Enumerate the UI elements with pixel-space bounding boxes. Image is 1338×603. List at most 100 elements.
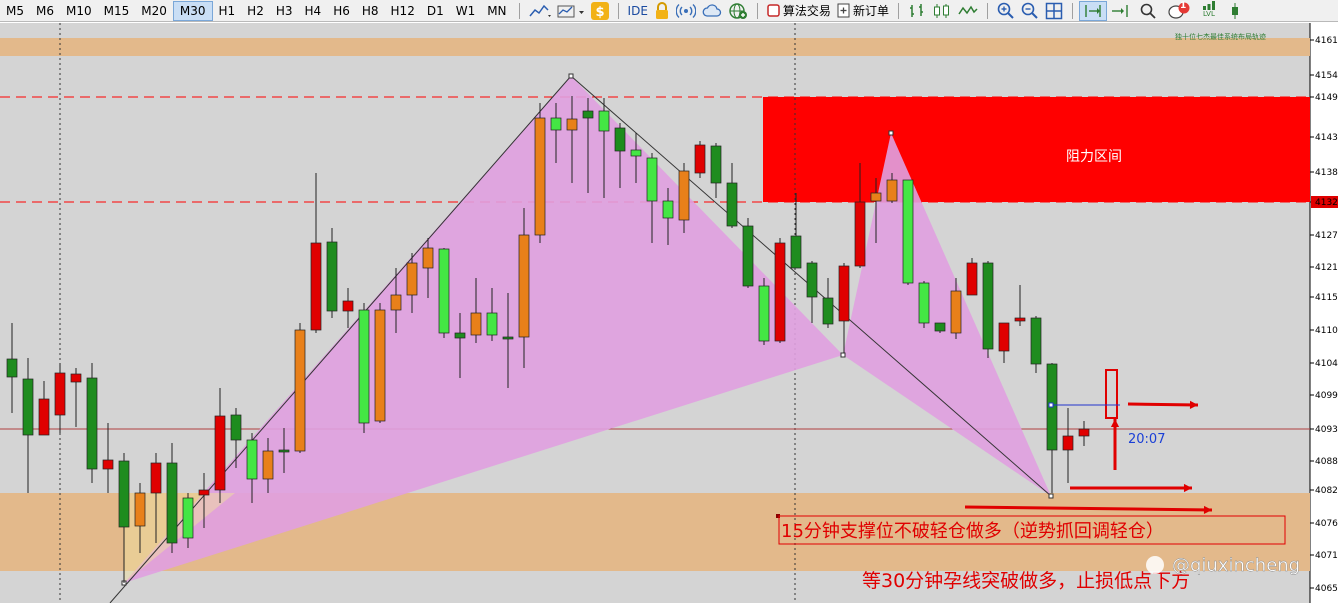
tile-windows-button[interactable] (1042, 1, 1066, 21)
toolbar-separator (518, 2, 520, 19)
zoom-in-button[interactable] (994, 1, 1018, 21)
chart-header-text: 独十位七杰最佳系统布局轨迹 (1175, 32, 1266, 41)
ide-button[interactable]: IDE (625, 1, 651, 21)
candle (918, 281, 930, 328)
candle-body (678, 170, 690, 221)
price-tick-label: 4154 (1315, 71, 1338, 81)
candle (358, 303, 370, 433)
candle-body (22, 378, 34, 436)
timeframe-m6[interactable]: M6 (30, 1, 60, 21)
candle (294, 323, 306, 453)
timeframe-m5[interactable]: M5 (0, 1, 30, 21)
algo-trading-button[interactable]: 算法交易 (764, 1, 834, 21)
candle-body (422, 247, 434, 269)
level-bars-icon (1202, 0, 1215, 10)
candle-body (934, 322, 946, 332)
candle-body (1078, 428, 1090, 437)
search-button[interactable] (1137, 1, 1159, 21)
chat-bubble-icon (1168, 2, 1190, 19)
price-tick-label: 4065 (1315, 584, 1338, 594)
candle-body (854, 201, 866, 267)
timeframe-h1[interactable]: H1 (213, 1, 242, 21)
timeframe-m10[interactable]: M10 (60, 1, 98, 21)
timeframe-m30[interactable]: M30 (172, 0, 213, 21)
signals-level-button[interactable]: LVL (1199, 0, 1219, 21)
candle-body (246, 439, 258, 480)
market-button[interactable]: $ (588, 1, 612, 21)
notifications-button[interactable]: 1 (1165, 1, 1193, 21)
bar-chart-button[interactable] (905, 1, 929, 21)
candle-body (758, 285, 770, 342)
timeframe-d1[interactable]: D1 (421, 1, 450, 21)
price-tick-label: 4143 (1315, 133, 1338, 143)
chart-shift-button[interactable] (1078, 0, 1107, 21)
candle-body (230, 414, 242, 441)
candle-body (166, 462, 178, 544)
candle-body (710, 145, 722, 184)
candle-body (358, 309, 370, 424)
candle-body (582, 110, 594, 119)
candle (86, 363, 98, 483)
autoscroll-icon (1111, 4, 1128, 17)
timeframe-m20[interactable]: M20 (135, 1, 173, 21)
candle-body (278, 449, 290, 453)
candle-body (198, 489, 210, 496)
candle-body (70, 373, 82, 383)
autoscroll-button[interactable] (1107, 1, 1133, 21)
timeframe-h2[interactable]: H2 (241, 1, 270, 21)
candle-body (374, 309, 386, 422)
indicators-button[interactable] (554, 1, 588, 21)
candle-body (310, 242, 322, 331)
lvl-label: LVL (1203, 9, 1215, 18)
timeframe-h4[interactable]: H4 (299, 1, 328, 21)
timeframe-mn[interactable]: MN (481, 1, 512, 21)
chart-type-button[interactable] (526, 1, 554, 21)
candle-body (342, 300, 354, 312)
trading-panel-button[interactable] (1225, 1, 1245, 21)
zoom-out-button[interactable] (1018, 1, 1042, 21)
toolbar-separator (617, 2, 619, 19)
candle-body (262, 450, 274, 480)
timeframe-w1[interactable]: W1 (450, 1, 482, 21)
timeframe-h3[interactable]: H3 (270, 1, 299, 21)
search-icon (1140, 3, 1156, 19)
candle-chart-button[interactable] (929, 1, 955, 21)
candle-body (598, 110, 610, 132)
timeframe-h12[interactable]: H12 (385, 1, 421, 21)
price-axis (1310, 23, 1338, 603)
bar-chart-icon (909, 3, 923, 17)
candle-body (918, 282, 930, 324)
candle-body (726, 182, 738, 227)
price-tick-label: 4138 (1315, 168, 1338, 178)
lock-button[interactable] (651, 1, 673, 21)
stop-icon (767, 4, 780, 17)
signal-button[interactable] (673, 1, 699, 21)
candle-body (806, 262, 818, 298)
line-chart-icon (528, 4, 551, 17)
candle (774, 238, 786, 343)
price-chart[interactable]: 独十位七杰最佳系统布局轨迹 阻力区间 20:07 15分钟支撑位不破轻仓做多（逆… (0, 23, 1338, 603)
candle-body (406, 262, 418, 296)
timeframe-h8[interactable]: H8 (356, 1, 385, 21)
line-chart-button[interactable] (955, 1, 981, 21)
candle-body (1062, 435, 1074, 451)
globe-plus-icon (729, 2, 747, 19)
candle-body (102, 459, 114, 470)
entry-point (1048, 402, 1054, 408)
signal-icon (675, 3, 696, 18)
timeframe-h6[interactable]: H6 (327, 1, 356, 21)
candle-mini-icon (1231, 2, 1238, 19)
zoom-in-icon (997, 2, 1014, 19)
watermark-text: @qiuxincheng (1172, 555, 1300, 576)
cloud-button[interactable] (699, 1, 725, 21)
candle-body (534, 117, 546, 236)
candle (694, 141, 706, 178)
candle-body (614, 127, 626, 152)
top-zone (0, 38, 1310, 56)
candle-body (998, 322, 1010, 352)
candle-body (134, 492, 146, 527)
timeframe-m15[interactable]: M15 (98, 1, 136, 21)
new-order-button[interactable]: 新订单 (834, 1, 892, 21)
candle-body (646, 157, 658, 202)
vps-button[interactable] (725, 1, 751, 21)
